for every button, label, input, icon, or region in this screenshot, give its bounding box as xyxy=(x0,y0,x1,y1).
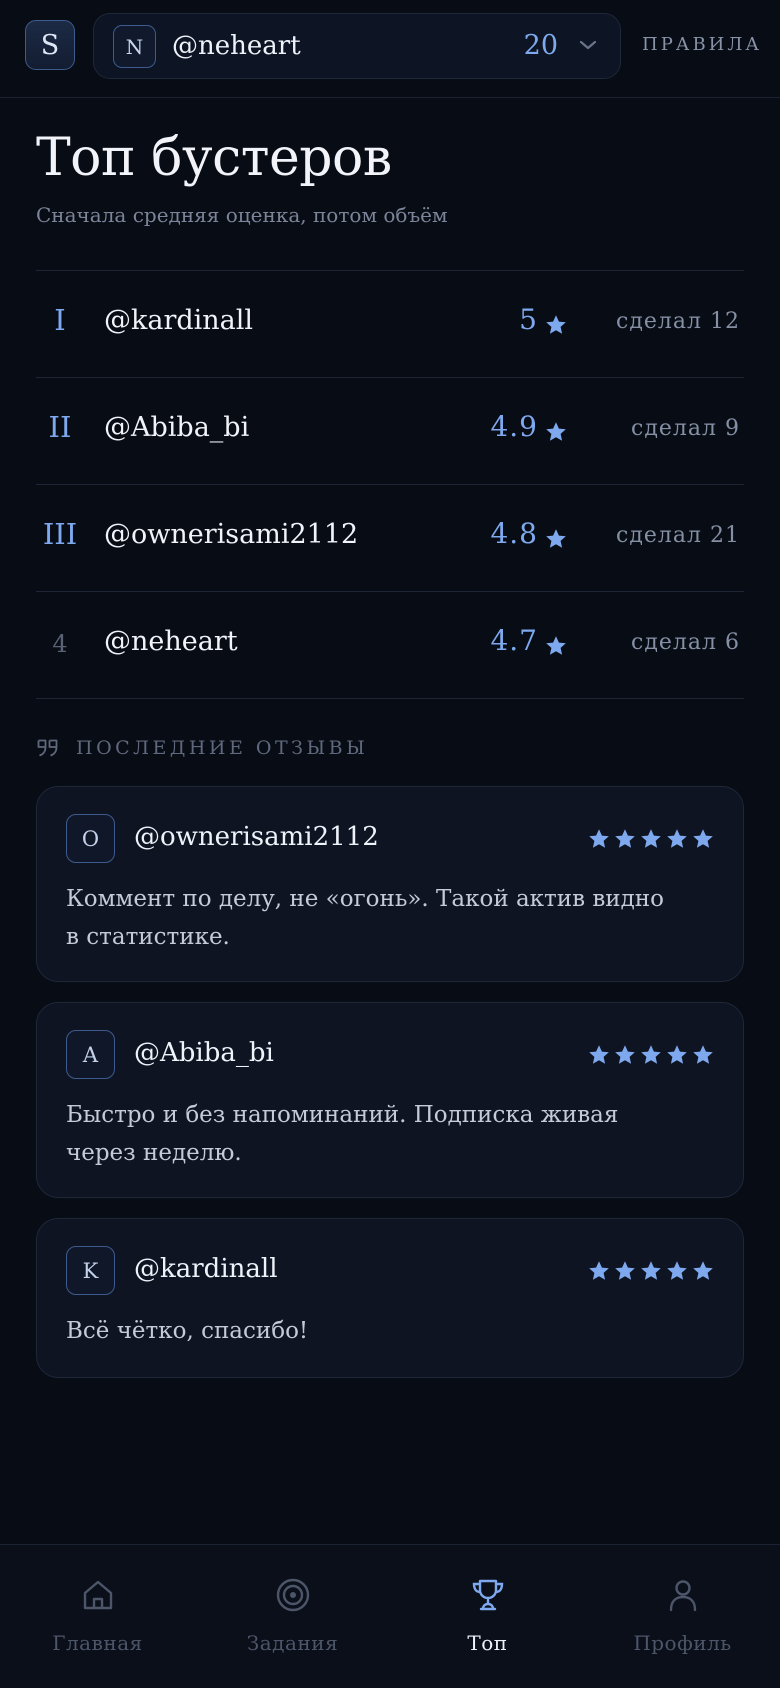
review-text: Всё чётко, спасибо! xyxy=(66,1318,309,1344)
reviewer-avatar: O xyxy=(66,814,115,863)
target-icon xyxy=(276,1578,309,1612)
nav-item-4[interactable]: Профиль xyxy=(585,1545,780,1688)
review-rating xyxy=(587,827,715,851)
ranking-row[interactable]: I @kardinall 5 сделал 12 xyxy=(36,271,744,378)
nav-item-2[interactable]: Задания xyxy=(195,1545,390,1688)
account-count: 20 xyxy=(523,30,558,61)
home-icon xyxy=(83,1580,112,1610)
page-title: Топ бустеров xyxy=(36,128,392,188)
star-icon xyxy=(641,1261,661,1280)
header: S N @neheart 20 ПРАВИЛА xyxy=(0,0,780,98)
review-card: O @ownerisami2112 Коммент по делу, не «о… xyxy=(36,786,744,982)
review-rating xyxy=(587,1259,715,1283)
review-text: Быстро и без напоминаний. Подписка живая… xyxy=(66,1102,619,1166)
ranking-list: I @kardinall 5 сделал 12 II @Abiba_bi 4.… xyxy=(36,270,744,699)
completed-count: сделал 9 xyxy=(631,416,740,441)
completed-count: сделал 6 xyxy=(631,630,740,655)
chevron-down-icon xyxy=(579,40,597,50)
star-icon xyxy=(546,422,566,441)
review-card: K @kardinall Всё чётко, спасибо! xyxy=(36,1218,744,1378)
star-icon xyxy=(546,315,566,334)
page-subtitle: Сначала средняя оценка, потом объём xyxy=(36,203,448,227)
star-icon xyxy=(693,1261,713,1280)
reviews-heading: ПОСЛЕДНИЕ ОТЗЫВЫ xyxy=(36,736,368,760)
nav-label: Топ xyxy=(467,1631,508,1655)
star-icon xyxy=(615,829,635,848)
review-rating xyxy=(587,1043,715,1067)
rank-position: III xyxy=(42,517,78,551)
account-selector[interactable]: N @neheart 20 xyxy=(93,13,621,79)
star-icon xyxy=(615,1261,635,1280)
star-icon xyxy=(589,829,609,848)
ranking-row[interactable]: II @Abiba_bi 4.9 сделал 9 xyxy=(36,378,744,485)
rank-position: II xyxy=(48,410,72,444)
star-icon xyxy=(589,1261,609,1280)
star-icon xyxy=(693,829,713,848)
booster-name: @neheart xyxy=(104,626,238,657)
nav-item-3[interactable]: Топ xyxy=(390,1545,585,1688)
star-icon xyxy=(693,1045,713,1064)
user-icon xyxy=(669,1580,696,1612)
review-card: A @Abiba_bi Быстро и без напоминаний. По… xyxy=(36,1002,744,1198)
star-icon xyxy=(667,1045,687,1064)
account-name: @neheart xyxy=(172,31,301,61)
star-icon xyxy=(667,1261,687,1280)
star-icon xyxy=(546,529,566,548)
reviewer-name[interactable]: @ownerisami2112 xyxy=(134,822,379,852)
quote-icon xyxy=(37,739,58,757)
completed-count: сделал 21 xyxy=(616,523,740,548)
booster-name: @Abiba_bi xyxy=(104,412,250,443)
nav-label: Задания xyxy=(246,1631,339,1655)
rank-position: I xyxy=(54,303,66,337)
reviewer-name[interactable]: @kardinall xyxy=(134,1254,278,1284)
bottom-navigation: Главная Задания Топ Профиль xyxy=(0,1544,780,1688)
nav-label: Главная xyxy=(52,1631,143,1655)
booster-name: @ownerisami2112 xyxy=(104,519,359,550)
app-menu-button[interactable]: S xyxy=(25,20,75,70)
star-icon xyxy=(667,829,687,848)
star-icon xyxy=(641,1045,661,1064)
star-icon xyxy=(615,1045,635,1064)
reviews-title: ПОСЛЕДНИЕ ОТЗЫВЫ xyxy=(76,737,369,759)
booster-name: @kardinall xyxy=(104,305,254,336)
trophy-icon xyxy=(472,1579,503,1611)
ranking-row[interactable]: III @ownerisami2112 4.8 сделал 21 xyxy=(36,485,744,592)
reviewer-avatar: A xyxy=(66,1030,115,1079)
top-boosters-screen: S N @neheart 20 ПРАВИЛА Топ бустеров Сна… xyxy=(0,0,780,1688)
star-icon xyxy=(589,1045,609,1064)
star-icon xyxy=(641,829,661,848)
nav-label: Профиль xyxy=(633,1631,732,1655)
reviewer-avatar: K xyxy=(66,1246,115,1295)
reviewer-name[interactable]: @Abiba_bi xyxy=(134,1038,274,1068)
review-text: Коммент по делу, не «огонь». Такой актив… xyxy=(66,886,664,950)
ranking-row[interactable]: 4 @neheart 4.7 сделал 6 xyxy=(36,592,744,699)
account-avatar: N xyxy=(113,25,156,68)
star-icon xyxy=(546,636,566,655)
rank-position: 4 xyxy=(52,630,68,658)
completed-count: сделал 12 xyxy=(616,309,740,334)
rules-link[interactable]: ПРАВИЛА xyxy=(642,34,762,55)
nav-item-1[interactable]: Главная xyxy=(0,1545,195,1688)
